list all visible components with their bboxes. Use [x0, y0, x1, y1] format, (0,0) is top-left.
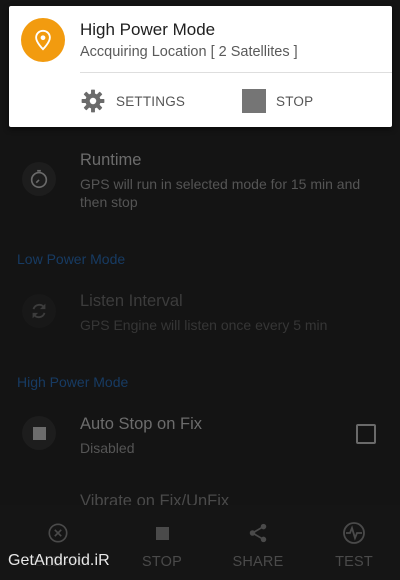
location-pin-icon	[21, 18, 65, 62]
runtime-title: Runtime	[80, 151, 142, 169]
notification-divider	[80, 72, 392, 73]
test-label: TEST	[335, 554, 373, 570]
stop-label: STOP	[141, 554, 183, 570]
listen-interval-subtitle: GPS Engine will listen once every 5 min	[80, 317, 328, 333]
settings-action-button[interactable]: SETTINGS	[80, 87, 185, 115]
share-label: SHARE	[232, 554, 284, 570]
settings-action-label: SETTINGS	[116, 93, 186, 109]
notification-title: High Power Mode	[80, 20, 216, 39]
runtime-setting[interactable]: Runtime GPS will run in selected mode fo…	[0, 148, 400, 216]
notification-text: Accquiring Location [ 2 Satellites ]	[80, 44, 298, 60]
notification-card[interactable]: High Power Mode Accquiring Location [ 2 …	[9, 6, 392, 127]
auto-stop-setting[interactable]: Auto Stop on Fix Disabled	[0, 412, 400, 462]
stop-button[interactable]: STOP	[112, 505, 212, 580]
auto-stop-title: Auto Stop on Fix	[80, 415, 202, 433]
section-high-power: High Power Mode	[17, 374, 129, 390]
section-low-power: Low Power Mode	[17, 251, 126, 267]
listen-interval-setting[interactable]: Listen Interval GPS Engine will listen o…	[0, 290, 400, 342]
stop-icon	[150, 521, 174, 545]
stop-icon	[22, 416, 56, 450]
share-button[interactable]: SHARE	[208, 505, 308, 580]
close-circle-icon	[46, 521, 70, 545]
share-icon	[246, 521, 270, 545]
stop-square-icon	[242, 89, 266, 113]
watermark: GetAndroid.iR	[8, 552, 110, 569]
gear-icon	[80, 88, 106, 114]
runtime-subtitle: GPS will run in selected mode for 15 min…	[80, 176, 361, 210]
stop-action-button[interactable]: STOP	[242, 87, 313, 115]
auto-stop-subtitle: Disabled	[80, 440, 135, 456]
stop-action-label: STOP	[276, 93, 314, 109]
auto-stop-checkbox[interactable]	[356, 424, 376, 444]
test-button[interactable]: TEST	[304, 505, 400, 580]
listen-interval-title: Listen Interval	[80, 292, 183, 310]
timer-icon	[22, 162, 56, 196]
refresh-icon	[22, 294, 56, 328]
pulse-icon	[342, 521, 366, 545]
